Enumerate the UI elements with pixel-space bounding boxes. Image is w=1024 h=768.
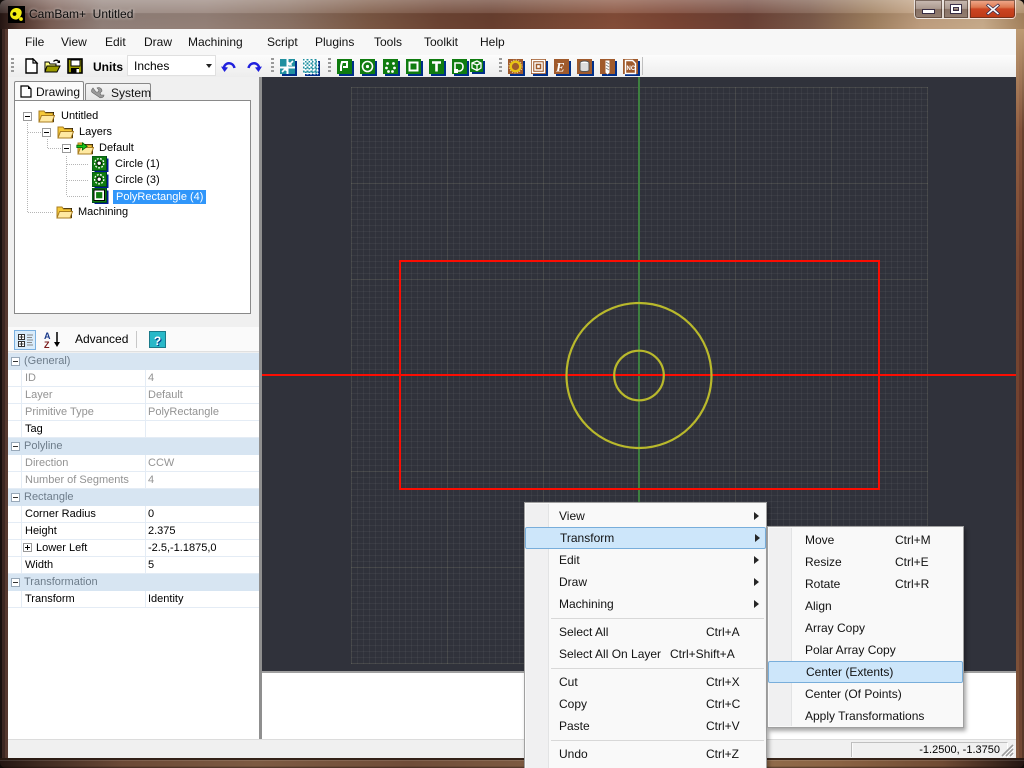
svg-text:Z: Z [44, 340, 50, 349]
svg-text:E: E [555, 60, 565, 75]
svg-text:NC: NC [627, 66, 636, 72]
